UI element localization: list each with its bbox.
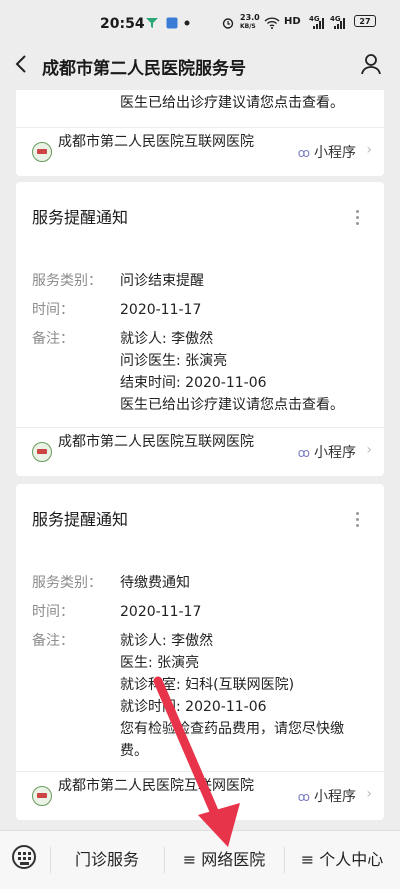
chevron-right-icon: › xyxy=(366,442,372,458)
chevron-right-icon: › xyxy=(366,142,372,158)
hospital-logo-icon xyxy=(32,442,52,462)
more-options-icon[interactable] xyxy=(356,512,360,530)
chevron-right-icon: › xyxy=(366,786,372,802)
mini-program-link[interactable]: ꝏ 小程序 xyxy=(298,442,356,462)
card-title: 服务提醒通知 xyxy=(32,208,129,227)
menu-outpatient-services[interactable]: 门诊服务 xyxy=(52,831,162,889)
menu-network-hospital[interactable]: ≡ 网络医院 xyxy=(166,831,282,889)
card-footer[interactable]: 成都市第二人民医院互联网医院 ꝏ 小程序 › xyxy=(16,427,384,476)
profile-icon[interactable] xyxy=(360,52,382,76)
battery-indicator: 27 xyxy=(354,15,376,27)
back-icon[interactable] xyxy=(12,52,32,76)
dot-icon xyxy=(184,20,190,26)
card-footer[interactable]: 成都市第二人民医院互联网医院 ꝏ 小程序 › xyxy=(16,771,384,820)
mini-program-icon: ꝏ xyxy=(297,146,310,160)
mini-program-link[interactable]: ꝏ 小程序 xyxy=(298,142,356,162)
wifi-icon xyxy=(264,17,280,29)
more-options-icon[interactable] xyxy=(356,210,360,228)
net-speed: 23.0 KB/S xyxy=(240,13,260,31)
hd-label: HD xyxy=(284,16,301,27)
card-title: 服务提醒通知 xyxy=(32,510,129,529)
hospital-name: 成都市第二人民医院互联网医院 xyxy=(58,134,254,150)
signal-icon xyxy=(313,18,324,29)
mini-program-link[interactable]: ꝏ 小程序 xyxy=(298,786,356,806)
card-note-line: 医生已给出诊疗建议请您点击查看。 xyxy=(120,95,344,111)
app-icon xyxy=(166,17,178,29)
page-title: 成都市第二人民医院服务号 xyxy=(42,59,246,79)
status-bar: 20:54 23.0 KB/S HD 4G 4G 27 xyxy=(0,0,400,36)
mini-program-icon: ꝏ xyxy=(297,790,310,804)
hospital-logo-icon xyxy=(32,142,52,162)
signal-icon-2 xyxy=(334,18,345,29)
card-footer[interactable]: 成都市第二人民医院互联网医院 ꝏ 小程序 › xyxy=(16,127,384,176)
alarm-icon xyxy=(222,18,234,29)
bottom-menu-bar: 门诊服务 ≡ 网络医院 ≡ 个人中心 xyxy=(0,830,400,889)
status-time: 20:54 xyxy=(100,16,145,32)
notification-icon xyxy=(146,18,158,28)
mini-program-icon: ꝏ xyxy=(297,446,310,460)
message-card-partial[interactable]: 医生已给出诊疗建议请您点击查看。 成都市第二人民医院互联网医院 ꝏ 小程序 › xyxy=(16,90,384,176)
keyboard-icon[interactable] xyxy=(12,845,36,869)
hospital-logo-icon xyxy=(32,786,52,806)
hospital-name: 成都市第二人民医院互联网医院 xyxy=(58,778,254,794)
message-list[interactable]: 医生已给出诊疗建议请您点击查看。 成都市第二人民医院互联网医院 ꝏ 小程序 › 服… xyxy=(0,90,400,830)
menu-personal-center[interactable]: ≡ 个人中心 xyxy=(286,831,398,889)
hospital-name: 成都市第二人民医院互联网医院 xyxy=(58,434,254,450)
message-card[interactable]: 服务提醒通知 服务类别： 待缴费通知 时间： 2020-11-17 备注： 就诊人:… xyxy=(16,484,384,820)
message-card[interactable]: 服务提醒通知 服务类别： 问诊结束提醒 时间： 2020-11-17 备注： 就诊人… xyxy=(16,182,384,476)
chat-header: 成都市第二人民医院服务号 xyxy=(0,40,400,90)
